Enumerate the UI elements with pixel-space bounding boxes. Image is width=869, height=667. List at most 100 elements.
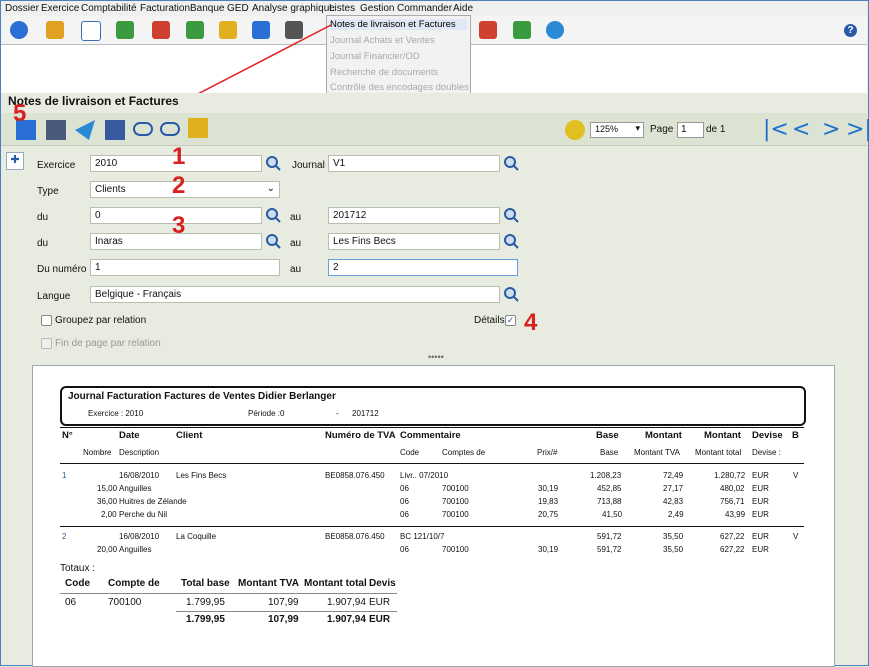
invoice-client: La Coquille xyxy=(176,532,217,541)
col-code: Code xyxy=(400,448,420,457)
line-qty: 36,00 xyxy=(97,497,118,506)
col-comptes: Comptes de xyxy=(442,448,486,457)
au-field-2[interactable]: Les Fins Becs xyxy=(328,233,500,250)
search-du1-icon[interactable] xyxy=(264,206,282,224)
splitter-handle[interactable]: ••••• xyxy=(428,352,444,362)
annotation-2: 2 xyxy=(172,172,186,199)
line-base: 41,50 xyxy=(602,510,623,519)
invoice-b: V xyxy=(793,532,799,541)
invoice-num: 1 xyxy=(62,471,67,480)
col-devise-2: Devise : xyxy=(752,448,781,457)
finpage-checkbox[interactable] xyxy=(41,338,52,349)
link-icon[interactable] xyxy=(565,120,585,140)
page-input[interactable]: 1 xyxy=(677,122,704,138)
print-icon[interactable] xyxy=(105,120,125,140)
new-document-icon[interactable] xyxy=(188,118,208,138)
line-tva: 27,17 xyxy=(663,484,684,493)
invoice-b: V xyxy=(793,471,799,480)
annotation-3: 3 xyxy=(172,212,186,239)
invoice-date: 16/08/2010 xyxy=(119,532,160,541)
tot-col-total: Montant total xyxy=(304,578,367,589)
invoice-num: 2 xyxy=(62,532,67,541)
details-checkbox[interactable]: ✓ xyxy=(505,315,516,326)
invoice-devise: EUR xyxy=(752,471,769,480)
invoice-base: 1.208,23 xyxy=(590,471,622,480)
line-code: 06 xyxy=(400,545,409,554)
line-compte: 700100 xyxy=(442,545,469,554)
line-desc: Huitres de Zélande xyxy=(119,497,187,506)
annotation-1: 1 xyxy=(172,143,186,170)
col-montant-tva: Montant TVA xyxy=(634,448,680,457)
col-montant-total-2: Montant total xyxy=(695,448,742,457)
line-prix: 19,83 xyxy=(538,497,559,506)
search-journal-icon[interactable] xyxy=(502,154,520,172)
divider xyxy=(60,463,804,464)
next-page-icon[interactable]: > xyxy=(822,117,840,142)
line-base: 713,88 xyxy=(597,497,622,506)
divider xyxy=(60,526,804,527)
tot-total: 1.907,94 xyxy=(327,597,366,608)
line-qty: 2,00 xyxy=(101,510,117,519)
first-page-icon[interactable]: |< xyxy=(763,117,789,142)
chevron-down-icon: ⌄ xyxy=(266,183,275,194)
invoice-date: 16/08/2010 xyxy=(119,471,160,480)
search-exercice-icon[interactable] xyxy=(264,154,282,172)
zoom-select[interactable]: 125% ▾ xyxy=(590,122,644,138)
last-page-icon[interactable]: >| xyxy=(846,117,869,142)
line-desc: Perche du Nil xyxy=(119,510,168,519)
search-au2-icon[interactable] xyxy=(502,232,520,250)
divider xyxy=(176,611,397,612)
invoice-total: 627,22 xyxy=(720,532,745,541)
au-label-3: au xyxy=(290,264,302,275)
line-devise: EUR xyxy=(752,510,769,519)
dunum-field[interactable]: 1 xyxy=(90,259,280,276)
col-client: Client xyxy=(176,430,203,441)
chevron-down-icon: ▾ xyxy=(635,123,640,133)
exercice-label: Exercice xyxy=(37,160,76,171)
line-devise: EUR xyxy=(752,484,769,493)
prev-page-icon[interactable]: < xyxy=(792,117,810,142)
annotation-4: 4 xyxy=(524,309,538,336)
search-langue-icon[interactable] xyxy=(502,285,520,303)
groupez-label: Groupez par relation xyxy=(55,315,147,326)
invoice-client: Les Fins Becs xyxy=(176,471,227,480)
pin-icon[interactable]: ✚ xyxy=(6,152,24,170)
col-montant: Montant xyxy=(645,430,682,441)
groupez-checkbox[interactable] xyxy=(41,315,52,326)
find-next-icon[interactable] xyxy=(160,122,180,136)
col-description: Description xyxy=(119,448,160,457)
divider xyxy=(60,427,804,428)
invoice-comment: Livr.. 07/2010 xyxy=(400,471,449,480)
col-tva: Numéro de TVA xyxy=(325,430,396,441)
langue-label: Langue xyxy=(37,291,71,302)
tot-code: 06 xyxy=(65,597,77,608)
report-toolbar xyxy=(1,113,867,146)
col-montant-total: Montant xyxy=(704,430,741,441)
find-icon[interactable] xyxy=(133,122,153,136)
langue-field[interactable]: Belgique - Français xyxy=(90,286,500,303)
details-label: Détails xyxy=(474,315,505,326)
tot-col-tva: Montant TVA xyxy=(238,578,299,589)
report-exercice: Exercice : 2010 xyxy=(88,409,144,418)
line-total: 756,71 xyxy=(720,497,745,506)
divider xyxy=(60,593,397,594)
page-count: de 1 xyxy=(706,124,726,135)
line-compte: 700100 xyxy=(442,510,469,519)
line-qty: 20,00 xyxy=(97,545,118,554)
aunum-field[interactable]: 2 xyxy=(328,259,518,276)
search-au1-icon[interactable] xyxy=(502,206,520,224)
line-desc: Anguilles xyxy=(119,545,152,554)
journal-field[interactable]: V1 xyxy=(328,155,500,172)
au-label-2: au xyxy=(290,238,302,249)
search-du2-icon[interactable] xyxy=(264,232,282,250)
line-tva: 2,49 xyxy=(668,510,684,519)
sum-tva: 107,99 xyxy=(268,614,299,625)
au-field-1[interactable]: 201712 xyxy=(328,207,500,224)
export-document-icon[interactable] xyxy=(46,120,66,140)
line-prix: 20,75 xyxy=(538,510,559,519)
line-tva: 35,50 xyxy=(663,545,684,554)
line-devise: EUR xyxy=(752,497,769,506)
dunum-label: Du numéro xyxy=(37,264,87,275)
send-icon[interactable] xyxy=(75,120,95,140)
totaux-label: Totaux : xyxy=(60,563,96,574)
